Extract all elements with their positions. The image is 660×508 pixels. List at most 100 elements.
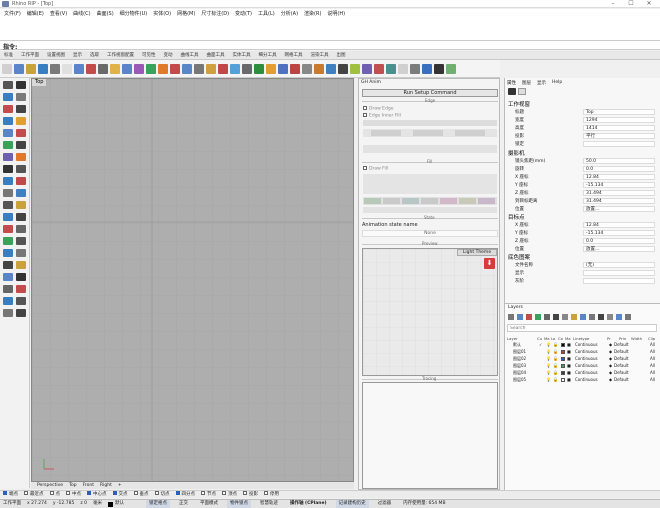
property-value[interactable]: 12.84 [583,222,655,228]
left-tool-icon[interactable] [16,81,26,89]
toolbar-tool-icon[interactable] [170,63,180,74]
property-value[interactable]: 平行 [583,133,655,139]
material-icon[interactable]: ■ [567,349,571,355]
status-toggle-button[interactable]: 过滤器 [375,500,395,508]
layer-tool-icon[interactable] [562,314,568,320]
tab-select[interactable]: 选取 [90,51,99,60]
layer-color-swatch[interactable] [561,364,565,368]
tab-display-panel[interactable]: 显示 [537,80,546,86]
toolbar-tool-icon[interactable] [326,63,336,74]
layer-tool-icon[interactable] [571,314,577,320]
osnap-checkbox[interactable] [87,491,91,495]
viewport-tab-right[interactable]: Right [100,482,112,489]
osnap-checkbox[interactable] [24,491,28,495]
menu-mesh[interactable]: 网格(M) [177,9,195,19]
toolbar-tool-icon[interactable] [254,63,264,74]
osnap-checkbox[interactable] [264,491,268,495]
osnap-option[interactable]: 顶点 [222,491,237,499]
layer-tool-icon[interactable] [508,314,514,320]
bulb-icon[interactable]: 💡 [546,377,551,383]
toolbar-tool-icon[interactable] [146,63,156,74]
left-tool-icon[interactable] [3,201,13,209]
lock-icon[interactable]: 🔓 [553,370,558,376]
toolbar-tool-icon[interactable] [218,63,228,74]
osnap-checkbox[interactable] [154,491,159,495]
bulb-icon[interactable]: 💡 [546,356,551,362]
tab-cplane[interactable]: 工作平面 [21,51,39,60]
layer-color-swatch[interactable] [561,350,565,354]
toolbar-tool-icon[interactable] [62,63,72,74]
print-color-icon[interactable]: ◆ [609,370,612,376]
layer-column-header[interactable]: Width [631,336,642,341]
toolbar-tool-icon[interactable] [386,63,396,74]
toolbar-tool-icon[interactable] [14,63,24,74]
lock-icon[interactable]: 🔓 [553,363,558,369]
left-tool-icon[interactable] [16,249,26,257]
property-value[interactable]: 1414 [583,125,655,131]
layer-print-width[interactable]: Default [614,370,629,376]
page-icon[interactable] [518,88,526,95]
osnap-option[interactable]: 交点 [112,491,128,499]
toolbar-tool-icon[interactable] [362,63,372,74]
layer-print-width[interactable]: Default [614,356,629,362]
material-icon[interactable]: ■ [567,377,571,383]
osnap-checkbox[interactable] [49,491,54,495]
layer-linetype[interactable]: Continuous [575,349,598,355]
menu-file[interactable]: 文件(F) [4,9,21,19]
left-tool-icon[interactable] [16,129,26,137]
toolbar-tool-icon[interactable] [182,63,192,74]
layer-tool-icon[interactable] [625,314,631,320]
left-tool-icon[interactable] [16,225,26,233]
layer-current-check[interactable]: ✓ [539,342,542,348]
tracing-area[interactable] [362,382,498,489]
status-toggle-button[interactable]: 物件锁点 [226,500,251,508]
menu-transform[interactable]: 变动(T) [235,9,252,19]
tab-help[interactable]: Help [552,80,562,85]
left-tool-icon[interactable] [16,165,26,173]
property-value[interactable]: 1294 [583,117,655,123]
osnap-checkbox[interactable] [175,491,180,495]
layer-column-header[interactable]: Ma [565,336,571,341]
menu-tools[interactable]: 工具(L) [258,9,275,19]
left-tool-icon[interactable] [3,213,13,221]
layer-tool-icon[interactable] [526,314,532,320]
osnap-option[interactable]: 四分点 [175,491,195,499]
left-tool-icon[interactable] [16,297,26,305]
left-tool-icon[interactable] [3,189,13,197]
menu-render[interactable]: 渲染(R) [304,9,321,19]
osnap-option[interactable]: 端点 [3,491,18,499]
layer-column-header[interactable]: Clip [648,336,655,341]
osnap-option[interactable]: 垂点 [133,491,149,499]
layer-tool-icon[interactable] [607,314,613,320]
layer-row[interactable]: 图层01 💡 🔓 ■ Continuous ◆ Default All [509,349,659,355]
toolbar-tool-icon[interactable] [2,63,12,74]
maximize-button[interactable]: ☐ [622,0,640,8]
layer-print-width[interactable]: Default [614,377,629,383]
toolbar-tool-icon[interactable] [110,63,120,74]
layer-tool-icon[interactable] [616,314,622,320]
status-toggle-button[interactable]: 锁定格点 [145,500,170,508]
menu-dimension[interactable]: 尺寸标注(D) [201,9,229,19]
toolbar-tool-icon[interactable] [26,63,36,74]
left-tool-icon[interactable] [3,297,13,305]
layer-print-width[interactable]: Default [614,349,629,355]
viewport-tab-add[interactable]: + [118,482,122,489]
left-tool-icon[interactable] [16,177,26,185]
layer-tool-icon[interactable] [553,314,559,320]
draw-fill-checkbox[interactable]: Draw Fill [363,166,388,172]
left-tool-icon[interactable] [3,81,13,89]
left-tool-icon[interactable] [3,273,13,281]
tab-transform[interactable]: 变动 [164,51,173,60]
property-value[interactable]: 0.0 [583,166,655,172]
layer-linetype[interactable]: Continuous [575,356,598,362]
tab-viewport-layout[interactable]: 工作视窗配置 [107,51,134,60]
tab-display[interactable]: 显示 [73,51,82,60]
toolbar-tool-icon[interactable] [38,63,48,74]
layer-linetype[interactable]: Continuous [575,377,598,383]
left-tool-icon[interactable] [16,213,26,221]
osnap-checkbox[interactable] [112,491,117,495]
run-setup-button[interactable]: Run Setup Command [362,89,498,97]
download-icon[interactable]: ⬇ [484,258,495,269]
left-tool-icon[interactable] [16,105,26,113]
toolbar-tool-icon[interactable] [446,63,456,74]
